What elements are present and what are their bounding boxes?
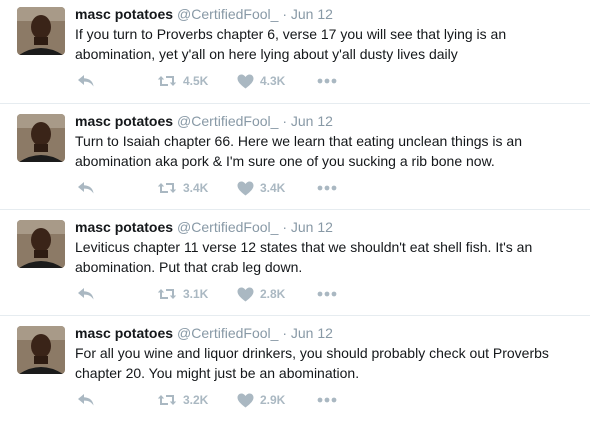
- reply-button[interactable]: [77, 178, 95, 198]
- more-button[interactable]: [317, 284, 337, 304]
- timestamp[interactable]: Jun 12: [291, 6, 333, 22]
- reply-icon: [77, 180, 95, 196]
- tweet-text: If you turn to Proverbs chapter 6, verse…: [75, 26, 507, 62]
- more-dots-icon: [317, 291, 337, 297]
- timestamp[interactable]: Jun 12: [291, 219, 333, 235]
- tweet-actions: 4.5K 4.3K: [75, 71, 375, 91]
- retweet-count: 3.4K: [183, 181, 209, 195]
- like-button[interactable]: 2.9K: [237, 390, 285, 410]
- reply-icon: [77, 73, 95, 89]
- timestamp[interactable]: Jun 12: [291, 113, 333, 129]
- more-dots-icon: [317, 78, 337, 84]
- separator-dot: ·: [282, 113, 287, 129]
- separator-dot: ·: [282, 325, 287, 341]
- tweet: masc potatoes @CertifiedFool_ · Jun 12 If…: [0, 0, 590, 103]
- user-handle[interactable]: @CertifiedFool_: [177, 219, 278, 235]
- tweet-text: Leviticus chapter 11 verse 12 states tha…: [75, 239, 533, 275]
- user-handle[interactable]: @CertifiedFool_: [177, 6, 278, 22]
- user-handle[interactable]: @CertifiedFool_: [177, 325, 278, 341]
- retweet-button[interactable]: 4.5K: [157, 71, 208, 91]
- avatar[interactable]: [17, 114, 65, 162]
- tweet: masc potatoes @CertifiedFool_ · Jun 12 Fo…: [0, 315, 590, 421]
- reply-icon: [77, 392, 95, 408]
- like-button[interactable]: 4.3K: [237, 71, 285, 91]
- heart-icon: [237, 287, 254, 302]
- reply-button[interactable]: [77, 390, 95, 410]
- timeline: masc potatoes @CertifiedFool_ · Jun 12 If…: [0, 0, 590, 415]
- more-dots-icon: [317, 185, 337, 191]
- retweet-count: 3.2K: [183, 393, 209, 407]
- tweet-actions: 3.4K 3.4K: [75, 178, 375, 198]
- retweet-icon: [157, 73, 177, 89]
- retweet-count: 4.5K: [183, 74, 209, 88]
- retweet-button[interactable]: 3.4K: [157, 178, 208, 198]
- user-name[interactable]: masc potatoes: [75, 6, 173, 22]
- retweet-icon: [157, 286, 177, 302]
- more-button[interactable]: [317, 71, 337, 91]
- tweet-header: masc potatoes @CertifiedFool_ · Jun 12: [75, 218, 333, 236]
- like-count: 2.9K: [260, 393, 286, 407]
- tweet-actions: 3.1K 2.8K: [75, 284, 375, 304]
- retweet-button[interactable]: 3.2K: [157, 390, 208, 410]
- separator-dot: ·: [282, 6, 287, 22]
- more-button[interactable]: [317, 390, 337, 410]
- avatar[interactable]: [17, 7, 65, 55]
- retweet-icon: [157, 180, 177, 196]
- tweet: masc potatoes @CertifiedFool_ · Jun 12 Le…: [0, 209, 590, 315]
- reply-button[interactable]: [77, 284, 95, 304]
- retweet-icon: [157, 392, 177, 408]
- user-name[interactable]: masc potatoes: [75, 325, 173, 341]
- timestamp[interactable]: Jun 12: [291, 325, 333, 341]
- like-button[interactable]: 2.8K: [237, 284, 285, 304]
- user-name[interactable]: masc potatoes: [75, 219, 173, 235]
- tweet: masc potatoes @CertifiedFool_ · Jun 12 Tu…: [0, 103, 590, 209]
- tweet-text: Turn to Isaiah chapter 66. Here we learn…: [75, 133, 522, 169]
- tweet-header: masc potatoes @CertifiedFool_ · Jun 12: [75, 112, 333, 130]
- like-button[interactable]: 3.4K: [237, 178, 285, 198]
- tweet-text: For all you wine and liquor drinkers, yo…: [75, 345, 549, 381]
- heart-icon: [237, 74, 254, 89]
- avatar[interactable]: [17, 220, 65, 268]
- tweet-actions: 3.2K 2.9K: [75, 390, 375, 410]
- more-button[interactable]: [317, 178, 337, 198]
- like-count: 3.4K: [260, 181, 286, 195]
- like-count: 4.3K: [260, 74, 286, 88]
- reply-button[interactable]: [77, 71, 95, 91]
- retweet-count: 3.1K: [183, 287, 209, 301]
- avatar[interactable]: [17, 326, 65, 374]
- user-name[interactable]: masc potatoes: [75, 113, 173, 129]
- more-dots-icon: [317, 397, 337, 403]
- retweet-button[interactable]: 3.1K: [157, 284, 208, 304]
- reply-icon: [77, 286, 95, 302]
- tweet-header: masc potatoes @CertifiedFool_ · Jun 12: [75, 324, 333, 342]
- like-count: 2.8K: [260, 287, 286, 301]
- heart-icon: [237, 181, 254, 196]
- user-handle[interactable]: @CertifiedFool_: [177, 113, 278, 129]
- tweet-header: masc potatoes @CertifiedFool_ · Jun 12: [75, 5, 333, 23]
- separator-dot: ·: [282, 219, 287, 235]
- heart-icon: [237, 393, 254, 408]
